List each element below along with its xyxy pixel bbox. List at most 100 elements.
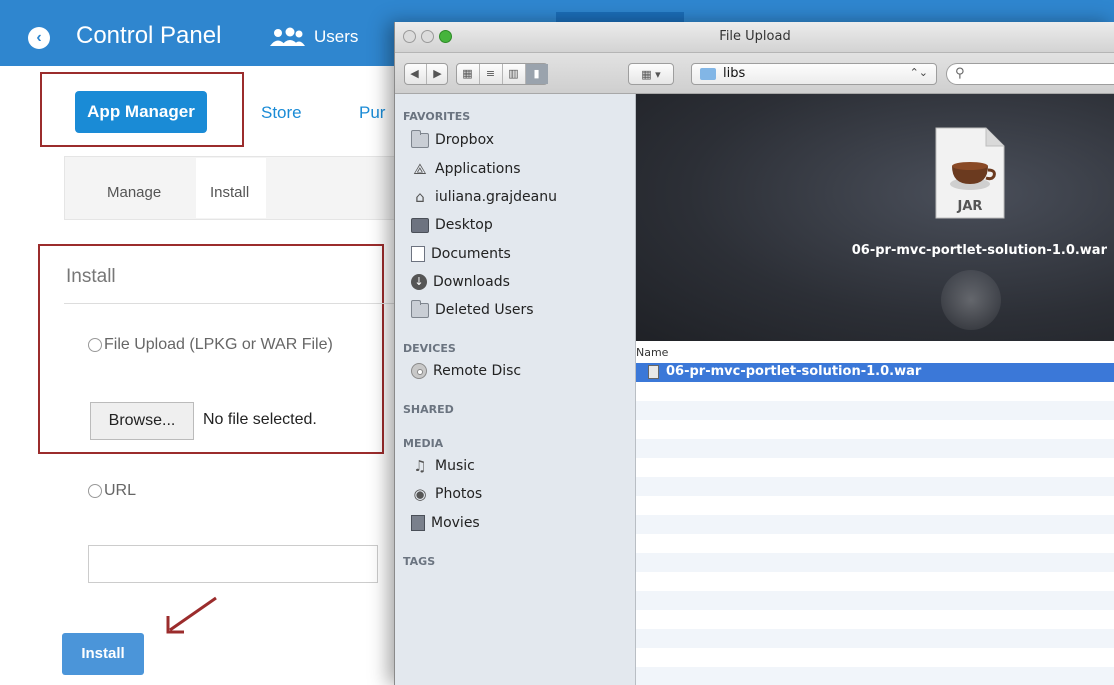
file-name: 06-pr-mvc-portlet-solution-1.0.war xyxy=(666,364,922,379)
users-menu[interactable]: Users xyxy=(268,27,358,47)
icon-view-icon[interactable]: ▦ xyxy=(457,64,480,84)
documents-icon xyxy=(411,246,425,262)
column-view-icon[interactable]: ▥ xyxy=(503,64,526,84)
downloads-icon: ↓ xyxy=(411,274,427,290)
arrange-grid-icon: ▦ ▾ xyxy=(641,67,661,81)
dialog-titlebar: File Upload xyxy=(395,22,1114,53)
sidebar-item-label: Movies xyxy=(431,515,480,531)
sidebar-item-movies[interactable]: Movies xyxy=(411,515,480,531)
file-upload-label: File Upload (LPKG or WAR File) xyxy=(104,336,333,353)
file-upload-radio[interactable] xyxy=(88,338,102,352)
back-arrow-icon[interactable]: ◀ xyxy=(404,64,427,84)
cover-flow-preview: JAR 06-pr-mvc-portlet-solution-1.0.war xyxy=(636,94,1114,341)
empty-row xyxy=(636,477,1114,496)
film-icon xyxy=(411,515,425,531)
tab-app-manager[interactable]: App Manager xyxy=(75,91,207,133)
sidebar-item-label: Photos xyxy=(435,486,483,502)
folder-icon xyxy=(411,129,429,148)
dialog-title: File Upload xyxy=(719,29,791,44)
forward-arrow-icon[interactable]: ▶ xyxy=(427,64,449,84)
folder-path-popup[interactable]: libs ⌃⌄ xyxy=(691,63,937,85)
sidebar-item-photos[interactable]: ◉ Photos xyxy=(411,486,482,502)
sidebar-item-label: iuliana.grajdeanu xyxy=(435,189,557,205)
current-folder-label: libs xyxy=(723,66,746,81)
file-list: 06-pr-mvc-portlet-solution-1.0.war xyxy=(636,363,1114,685)
back-forward-buttons[interactable]: ◀ ▶ xyxy=(404,63,448,85)
empty-row xyxy=(636,515,1114,534)
install-button[interactable]: Install xyxy=(62,633,144,675)
list-view-icon[interactable]: ≡ xyxy=(480,64,503,84)
tab-store[interactable]: Store xyxy=(261,103,302,123)
desktop-icon xyxy=(411,217,429,233)
war-file-icon xyxy=(648,365,659,379)
install-heading: Install xyxy=(66,266,116,287)
preview-file-name: 06-pr-mvc-portlet-solution-1.0.war xyxy=(851,243,1107,258)
url-option[interactable]: URL xyxy=(88,482,136,500)
sidebar-item-label: Remote Disc xyxy=(433,363,522,379)
camera-icon: ◉ xyxy=(413,484,427,503)
sidebar-item-label: Music xyxy=(435,458,475,474)
url-input[interactable] xyxy=(88,545,378,583)
sidebar-item-label: Dropbox xyxy=(435,132,494,148)
arrange-button[interactable]: ▦ ▾ xyxy=(628,63,674,85)
sidebar-item-label: Deleted Users xyxy=(435,302,534,318)
finder-sidebar: FAVORITES Dropbox ⟁ Applications ⌂ iulia… xyxy=(395,94,636,685)
dialog-toolbar: ◀ ▶ ▦ ≡ ▥ ▮ ▦ ▾ libs ⌃⌄ ⚲ xyxy=(395,53,1114,94)
media-heading: MEDIA xyxy=(403,437,444,450)
jar-file-icon: JAR xyxy=(935,127,1005,219)
sidebar-item-remote-disc[interactable]: Remote Disc xyxy=(411,363,521,379)
list-header: Name xyxy=(636,341,1114,364)
header-active-tab xyxy=(556,12,684,22)
file-row-selected[interactable]: 06-pr-mvc-portlet-solution-1.0.war xyxy=(636,363,1114,382)
sidebar-item-dropbox[interactable]: Dropbox xyxy=(411,129,494,148)
folder-icon xyxy=(411,299,429,318)
jar-icon-label: JAR xyxy=(957,199,983,214)
favorites-heading: FAVORITES xyxy=(403,110,471,123)
applications-icon: ⟁ xyxy=(413,159,427,178)
sidebar-item-documents[interactable]: Documents xyxy=(411,246,511,262)
sidebar-item-label: Documents xyxy=(431,246,511,262)
sidebar-item-applications[interactable]: ⟁ Applications xyxy=(411,159,520,178)
url-radio[interactable] xyxy=(88,484,102,498)
column-header-name[interactable]: Name xyxy=(636,346,668,359)
install-divider xyxy=(64,303,395,304)
search-icon: ⚲ xyxy=(955,66,965,81)
empty-row xyxy=(636,382,1114,401)
search-input[interactable]: ⚲ xyxy=(946,63,1114,85)
empty-row xyxy=(636,401,1114,420)
devices-heading: DEVICES xyxy=(403,342,456,355)
users-label: Users xyxy=(314,27,359,46)
updown-chevron-icon: ⌃⌄ xyxy=(909,66,928,79)
sidebar-item-music[interactable]: ♫ Music xyxy=(411,458,475,474)
tab-purchased[interactable]: Pur xyxy=(359,103,385,123)
empty-row xyxy=(636,439,1114,458)
view-mode-buttons[interactable]: ▦ ≡ ▥ ▮ xyxy=(456,63,548,85)
browse-button[interactable]: Browse... xyxy=(90,402,194,440)
home-icon: ⌂ xyxy=(415,187,425,206)
empty-row xyxy=(636,591,1114,610)
empty-row xyxy=(636,572,1114,591)
shared-heading: SHARED xyxy=(403,403,454,416)
back-icon[interactable]: ‹ xyxy=(28,27,50,49)
annotation-arrow-icon xyxy=(166,596,217,634)
url-label: URL xyxy=(104,482,137,499)
empty-row xyxy=(636,553,1114,572)
folder-icon xyxy=(700,68,716,80)
disc-icon xyxy=(411,363,427,379)
music-icon: ♫ xyxy=(413,456,427,475)
sidebar-item-desktop[interactable]: Desktop xyxy=(411,217,493,233)
empty-row xyxy=(636,458,1114,477)
cover-flow-view-icon[interactable]: ▮ xyxy=(525,64,548,84)
sidebar-item-label: Downloads xyxy=(433,274,510,290)
subtab-manage[interactable]: Manage xyxy=(107,184,161,201)
file-upload-option[interactable]: File Upload (LPKG or WAR File) xyxy=(88,336,333,354)
file-upload-dialog: File Upload ◀ ▶ ▦ ≡ ▥ ▮ ▦ ▾ libs ⌃⌄ ⚲ FA… xyxy=(394,22,1114,685)
sidebar-item-label: Desktop xyxy=(435,217,493,233)
sidebar-item-deleted-users[interactable]: Deleted Users xyxy=(411,299,534,318)
sidebar-item-home[interactable]: ⌂ iuliana.grajdeanu xyxy=(411,189,557,205)
subtab-install[interactable]: Install xyxy=(210,184,249,201)
sidebar-item-downloads[interactable]: ↓ Downloads xyxy=(411,274,510,290)
empty-row xyxy=(636,420,1114,439)
no-file-selected-text: No file selected. xyxy=(203,411,317,428)
control-panel-title: Control Panel xyxy=(76,22,222,49)
